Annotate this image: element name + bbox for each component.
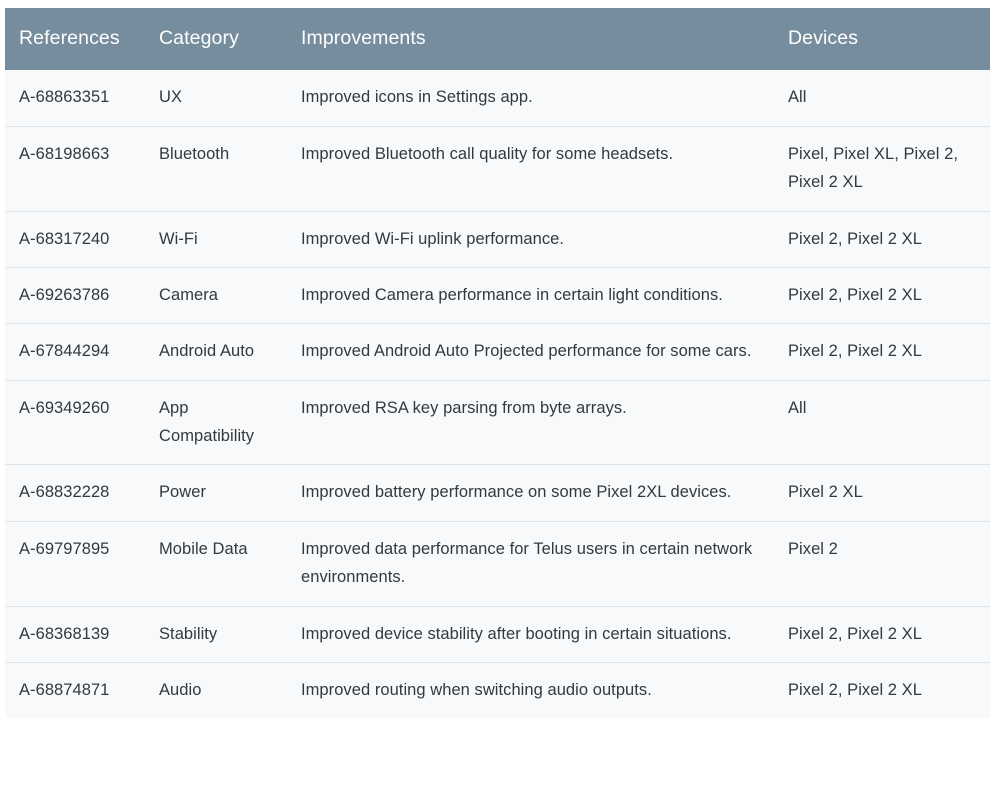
column-header-category[interactable]: Category <box>145 8 287 70</box>
cell-category: Power <box>145 465 287 521</box>
cell-devices: Pixel 2, Pixel 2 XL <box>774 211 990 267</box>
cell-references: A-68198663 <box>5 126 145 211</box>
cell-category: App Compatibility <box>145 380 287 465</box>
table-header-row: References Category Improvements Devices <box>5 8 990 70</box>
cell-category: Camera <box>145 267 287 323</box>
cell-improvements: Improved Wi-Fi uplink performance. <box>287 211 774 267</box>
cell-improvements: Improved Android Auto Projected performa… <box>287 324 774 380</box>
cell-improvements: Improved RSA key parsing from byte array… <box>287 380 774 465</box>
cell-category: Stability <box>145 606 287 662</box>
table-row: A-69349260App CompatibilityImproved RSA … <box>5 380 990 465</box>
column-header-improvements[interactable]: Improvements <box>287 8 774 70</box>
table-body: A-68863351UXImproved icons in Settings a… <box>5 70 990 718</box>
column-header-devices[interactable]: Devices <box>774 8 990 70</box>
cell-improvements: Improved routing when switching audio ou… <box>287 662 774 718</box>
release-notes-table: References Category Improvements Devices… <box>5 8 990 718</box>
release-notes-table-container: References Category Improvements Devices… <box>5 8 990 718</box>
cell-devices: All <box>774 380 990 465</box>
cell-category: Android Auto <box>145 324 287 380</box>
cell-devices: Pixel 2, Pixel 2 XL <box>774 267 990 323</box>
cell-improvements: Improved data performance for Telus user… <box>287 521 774 606</box>
cell-references: A-68832228 <box>5 465 145 521</box>
table-row: A-68368139StabilityImproved device stabi… <box>5 606 990 662</box>
table-row: A-68874871AudioImproved routing when swi… <box>5 662 990 718</box>
cell-references: A-69263786 <box>5 267 145 323</box>
cell-references: A-68874871 <box>5 662 145 718</box>
cell-references: A-68863351 <box>5 70 145 126</box>
cell-improvements: Improved icons in Settings app. <box>287 70 774 126</box>
cell-references: A-68317240 <box>5 211 145 267</box>
cell-category: Mobile Data <box>145 521 287 606</box>
table-row: A-68198663BluetoothImproved Bluetooth ca… <box>5 126 990 211</box>
cell-devices: Pixel 2, Pixel 2 XL <box>774 606 990 662</box>
table-header: References Category Improvements Devices <box>5 8 990 70</box>
cell-devices: Pixel, Pixel XL, Pixel 2, Pixel 2 XL <box>774 126 990 211</box>
cell-category: Audio <box>145 662 287 718</box>
table-row: A-68317240Wi-FiImproved Wi-Fi uplink per… <box>5 211 990 267</box>
cell-improvements: Improved device stability after booting … <box>287 606 774 662</box>
table-row: A-69263786CameraImproved Camera performa… <box>5 267 990 323</box>
cell-devices: Pixel 2, Pixel 2 XL <box>774 662 990 718</box>
cell-improvements: Improved battery performance on some Pix… <box>287 465 774 521</box>
cell-references: A-69349260 <box>5 380 145 465</box>
cell-category: Bluetooth <box>145 126 287 211</box>
cell-devices: Pixel 2, Pixel 2 XL <box>774 324 990 380</box>
cell-category: Wi-Fi <box>145 211 287 267</box>
cell-devices: Pixel 2 XL <box>774 465 990 521</box>
table-row: A-69797895Mobile DataImproved data perfo… <box>5 521 990 606</box>
cell-improvements: Improved Bluetooth call quality for some… <box>287 126 774 211</box>
table-row: A-68832228PowerImproved battery performa… <box>5 465 990 521</box>
cell-references: A-69797895 <box>5 521 145 606</box>
cell-devices: All <box>774 70 990 126</box>
cell-references: A-67844294 <box>5 324 145 380</box>
cell-improvements: Improved Camera performance in certain l… <box>287 267 774 323</box>
table-row: A-67844294Android AutoImproved Android A… <box>5 324 990 380</box>
cell-references: A-68368139 <box>5 606 145 662</box>
column-header-references[interactable]: References <box>5 8 145 70</box>
table-row: A-68863351UXImproved icons in Settings a… <box>5 70 990 126</box>
cell-devices: Pixel 2 <box>774 521 990 606</box>
cell-category: UX <box>145 70 287 126</box>
page-root: References Category Improvements Devices… <box>0 0 1000 796</box>
